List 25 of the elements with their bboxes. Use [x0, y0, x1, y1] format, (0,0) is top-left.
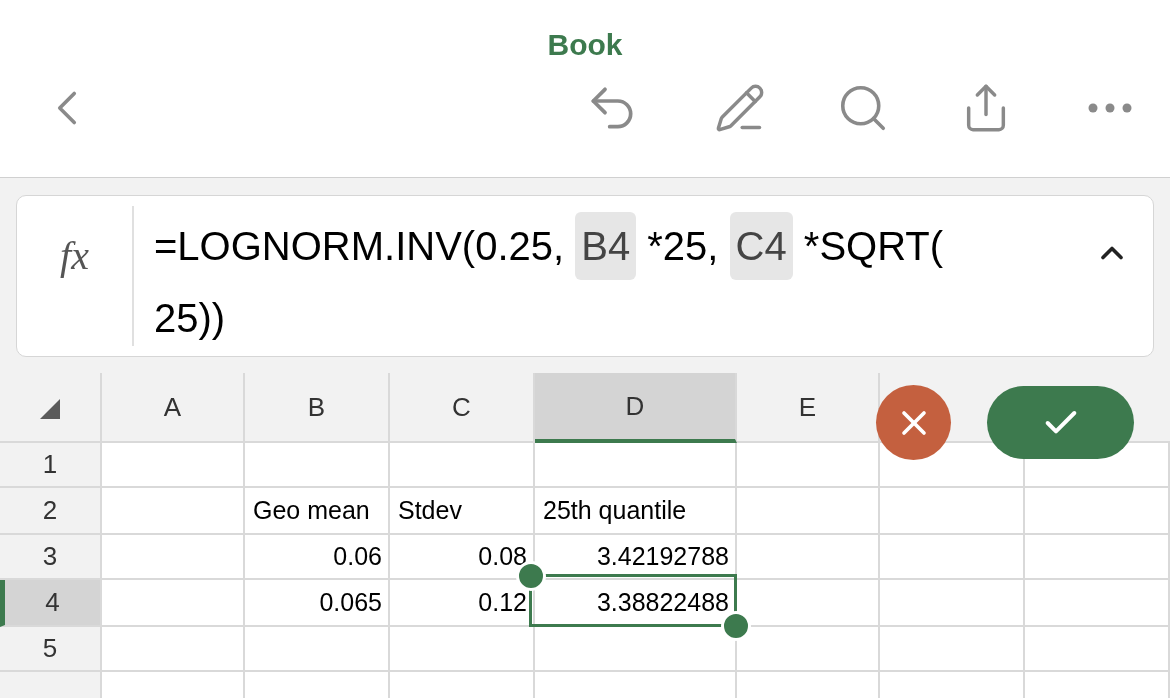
select-all-icon[interactable]: [40, 399, 60, 419]
row-header[interactable]: 4: [0, 580, 102, 627]
column-header[interactable]: D: [535, 373, 737, 443]
formula-text: *25,: [646, 223, 720, 270]
cell-text: 0.08: [478, 540, 527, 572]
cell-text: 0.06: [333, 540, 382, 572]
document-title: Book: [547, 30, 623, 60]
more-icon: [1088, 103, 1132, 113]
formula-text: *SQRT(: [802, 223, 944, 270]
cell-text: 25th quantile: [543, 494, 687, 526]
cell-reference: C4: [729, 212, 793, 280]
cell-text: 0.12: [478, 586, 527, 618]
formula-text: =LOGNORM.INV(0.25,: [154, 223, 566, 270]
formula-bar[interactable]: fx =LOGNORM.INV(0.25, B4 *25, C4 *SQRT( 25)): [16, 195, 1154, 357]
formula-text: 25)): [154, 295, 226, 342]
cell-reference: B4: [575, 212, 637, 280]
function-label: fx: [60, 232, 89, 280]
cell-text: Geo mean: [253, 494, 370, 526]
cell-text: 0.065: [319, 586, 382, 618]
cell-text: Stdev: [398, 494, 462, 526]
edit-button[interactable]: [714, 82, 766, 134]
cell-text: 3.38822488: [596, 586, 729, 618]
pencil-icon: [714, 82, 766, 134]
more-button[interactable]: [1088, 103, 1132, 113]
cell-text: 3.42192788: [596, 540, 729, 572]
